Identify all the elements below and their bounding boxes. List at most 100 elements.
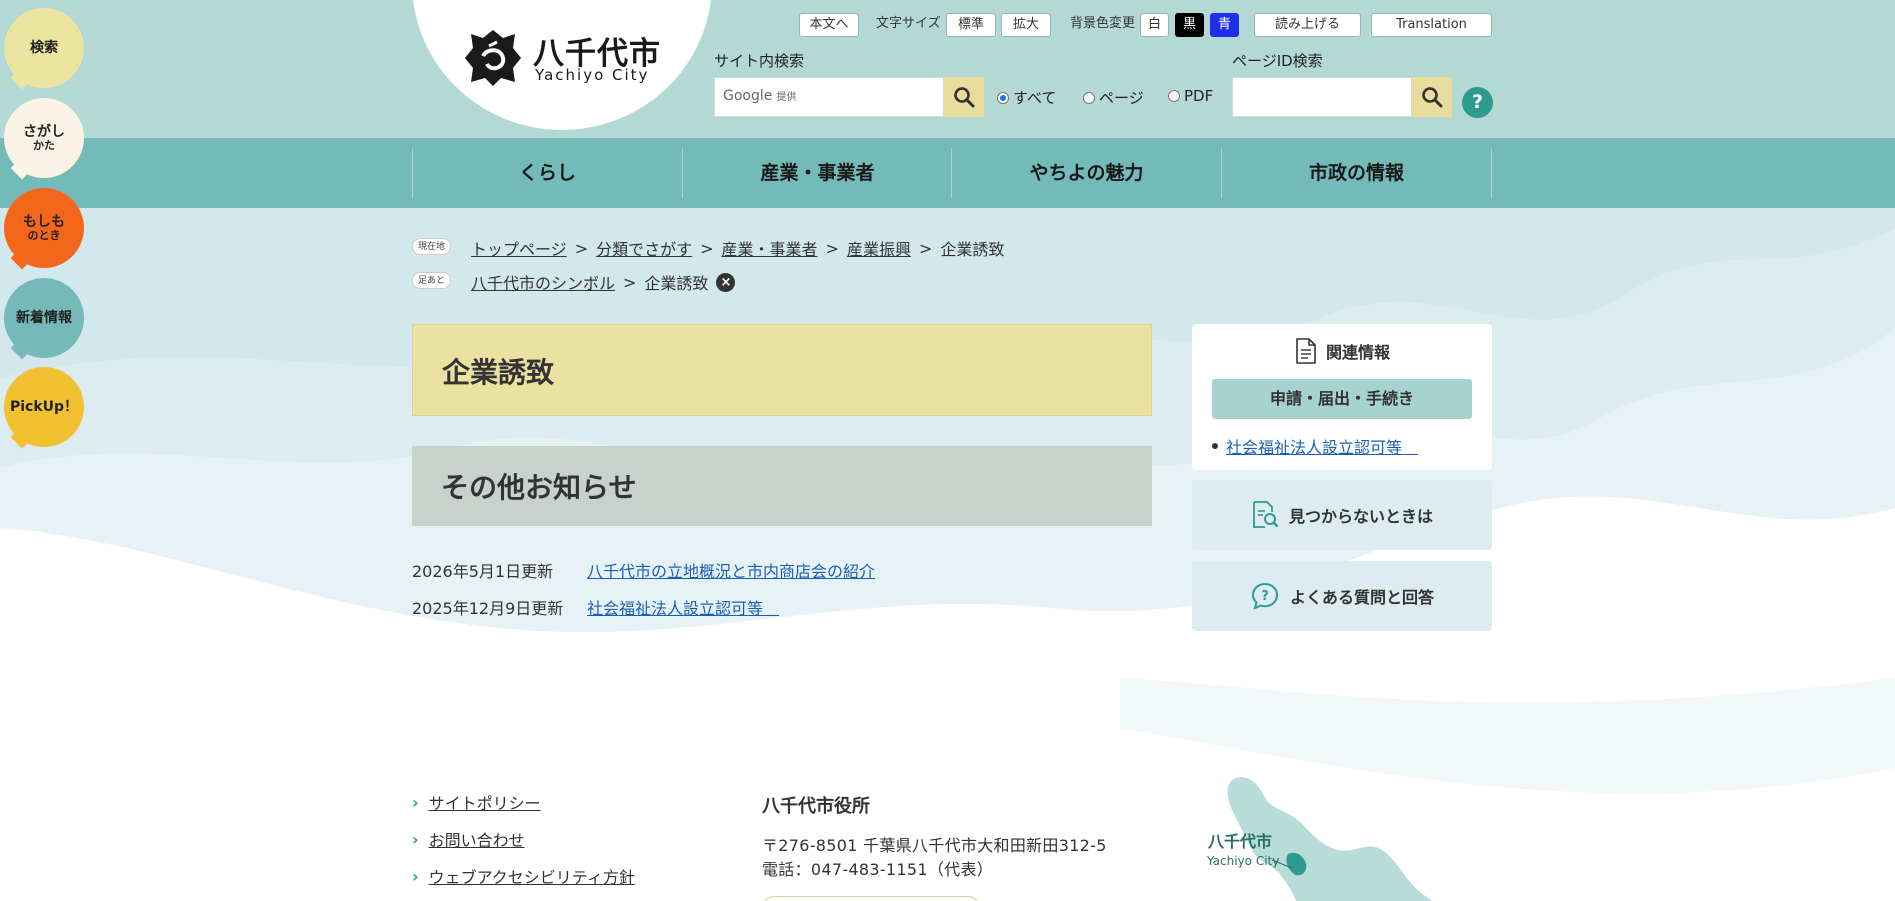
site-search-input-box[interactable] xyxy=(714,77,944,117)
related-link-item: 社会福祉法人設立認可等 xyxy=(1212,434,1418,458)
nav-item-city-info[interactable]: 市政の情報 xyxy=(1221,148,1491,198)
breadcrumb-top[interactable]: トップページ xyxy=(471,236,567,260)
breadcrumb-category[interactable]: 分類でさがす xyxy=(596,236,692,260)
bullet-icon xyxy=(1212,443,1218,449)
city-emblem-icon[interactable] xyxy=(463,28,523,88)
page-title-box: 企業誘致 xyxy=(412,324,1152,416)
side-news-button[interactable]: 新着情報 xyxy=(4,278,84,360)
footer-link-label[interactable]: サイトポリシー xyxy=(429,790,541,814)
footer-access-button[interactable] xyxy=(762,896,980,901)
history-trail: 八千代市のシンボル > 企業誘致 × xyxy=(471,270,736,294)
related-info-panel: 関連情報 申請・届出・手続き 社会福祉法人設立認可等 xyxy=(1192,324,1492,470)
breadcrumb-separator: > xyxy=(918,238,933,258)
page-id-search-button[interactable] xyxy=(1412,77,1452,117)
site-search-input[interactable] xyxy=(715,78,943,116)
history-current: 企業誘致 xyxy=(644,274,709,293)
radio-selected-icon[interactable] xyxy=(997,91,1009,104)
bg-blue-button[interactable]: 青 xyxy=(1210,13,1239,37)
nav-item-kurashi[interactable]: くらし xyxy=(412,148,682,198)
not-found-label: 見つからないときは xyxy=(1288,507,1433,526)
search-scope-pdf[interactable]: PDF xyxy=(1168,87,1213,105)
chevron-right-icon: › xyxy=(412,792,419,812)
document-icon xyxy=(1296,338,1316,364)
page-id-input[interactable] xyxy=(1233,78,1411,116)
search-scope-all-label: すべて xyxy=(1013,89,1057,107)
page-id-input-box[interactable] xyxy=(1232,77,1412,117)
side-how-to-find-label: さがし xyxy=(23,123,65,140)
page-id-search-label: ページID検索 xyxy=(1232,52,1323,70)
bg-color-label: 背景色変更 xyxy=(1070,16,1136,31)
font-large-button[interactable]: 拡大 xyxy=(1001,13,1051,37)
side-search-button[interactable]: 検索 xyxy=(4,8,84,90)
footer-link-contact[interactable]: › お問い合わせ xyxy=(412,827,525,851)
bg-white-button[interactable]: 白 xyxy=(1140,13,1169,37)
section-title: その他お知らせ xyxy=(441,471,637,504)
radio-icon[interactable] xyxy=(1168,90,1180,102)
help-button[interactable]: ? xyxy=(1462,87,1493,118)
related-link[interactable]: 社会福祉法人設立認可等 xyxy=(1226,434,1418,458)
map-city-label-en: Yachiyo City xyxy=(1207,854,1280,868)
chevron-right-icon: › xyxy=(412,829,419,849)
side-emergency-button[interactable]: もしも のとき xyxy=(4,188,84,270)
search-icon xyxy=(1422,87,1443,108)
breadcrumb-industry[interactable]: 産業振興 xyxy=(847,236,911,260)
search-icon xyxy=(954,87,975,108)
faq-label: よくある質問と回答 xyxy=(1289,588,1434,607)
footer-link-label[interactable]: お問い合わせ xyxy=(429,827,525,851)
site-logo-subtitle[interactable]: Yachiyo City xyxy=(535,66,649,84)
side-search-label: 検索 xyxy=(30,39,58,56)
bg-black-button[interactable]: 黒 xyxy=(1175,13,1204,37)
related-info-title: 関連情報 xyxy=(1325,343,1390,362)
breadcrumb-current: 企業誘致 xyxy=(940,240,1005,259)
skip-to-content-button[interactable]: 本文へ xyxy=(799,13,859,37)
site-search-button[interactable] xyxy=(944,77,984,117)
chevron-right-icon: › xyxy=(412,866,419,886)
not-found-button[interactable]: 見つからないときは xyxy=(1192,480,1492,550)
site-header: 八千代市 Yachiyo City 本文へ 文字サイズ 標準 拡大 背景色変更 … xyxy=(0,0,1895,138)
main-content: 現在地 トップページ > 分類でさがす > 産業・事業者 > 産業振興 > 企業… xyxy=(0,208,1895,901)
svg-text:?: ? xyxy=(1261,589,1269,604)
main-nav: くらし 産業・事業者 やちよの魅力 市政の情報 xyxy=(0,138,1895,208)
side-how-to-find-button[interactable]: さがし かた xyxy=(4,98,84,180)
breadcrumb-separator: > xyxy=(574,238,589,258)
footer-link-label[interactable]: ウェブアクセシビリティ方針 xyxy=(429,864,635,888)
radio-icon[interactable] xyxy=(1083,91,1095,104)
search-scope-pdf-label: PDF xyxy=(1184,87,1214,105)
site-search-label: サイト内検索 xyxy=(714,52,805,70)
nav-divider xyxy=(1491,148,1492,198)
font-standard-button[interactable]: 標準 xyxy=(946,13,996,37)
search-scope-page-label: ページ xyxy=(1099,89,1144,107)
nav-item-attractions[interactable]: やちよの魅力 xyxy=(951,148,1221,198)
search-scope-page[interactable]: ページ xyxy=(1083,87,1144,108)
related-category: 申請・届出・手続き xyxy=(1212,379,1472,419)
news-link[interactable]: 八千代市の立地概況と市内商店会の紹介 xyxy=(587,558,875,582)
breadcrumb-business[interactable]: 産業・事業者 xyxy=(722,236,818,260)
side-news-label: 新着情報 xyxy=(16,309,72,326)
translation-button[interactable]: Translation xyxy=(1371,13,1492,37)
font-size-label: 文字サイズ xyxy=(876,16,941,31)
side-how-to-find-sublabel: かた xyxy=(33,138,55,152)
breadcrumb-separator: > xyxy=(700,238,714,258)
side-pickup-button[interactable]: PickUp！ xyxy=(4,367,84,449)
footer-link-site-policy[interactable]: › サイトポリシー xyxy=(412,790,541,814)
footer-link-accessibility[interactable]: › ウェブアクセシビリティ方針 xyxy=(412,864,635,888)
history-item-symbol[interactable]: 八千代市のシンボル xyxy=(471,270,615,294)
breadcrumb-separator: > xyxy=(825,238,839,258)
close-icon[interactable]: × xyxy=(716,272,736,292)
current-location-tag: 現在地 xyxy=(412,238,452,255)
faq-button[interactable]: ? よくある質問と回答 xyxy=(1192,561,1492,631)
news-date: 2026年5月1日更新 xyxy=(412,562,554,581)
related-info-heading: 関連情報 xyxy=(1192,338,1492,364)
read-aloud-button[interactable]: 読み上げる xyxy=(1254,13,1361,37)
map-city-label: 八千代市 xyxy=(1208,832,1273,851)
side-pickup-label: PickUp！ xyxy=(9,398,79,415)
section-title-box: その他お知らせ xyxy=(412,446,1152,526)
news-link[interactable]: 社会福祉法人設立認可等 xyxy=(587,595,779,619)
page-title: 企業誘致 xyxy=(442,356,555,389)
footer-office-name: 八千代市役所 xyxy=(762,796,870,817)
side-emergency-label: もしも xyxy=(23,213,65,230)
document-search-icon xyxy=(1253,501,1279,528)
search-scope-all[interactable]: すべて xyxy=(997,87,1056,108)
nav-item-business[interactable]: 産業・事業者 xyxy=(682,148,952,198)
news-date: 2025年12月9日更新 xyxy=(412,599,564,618)
